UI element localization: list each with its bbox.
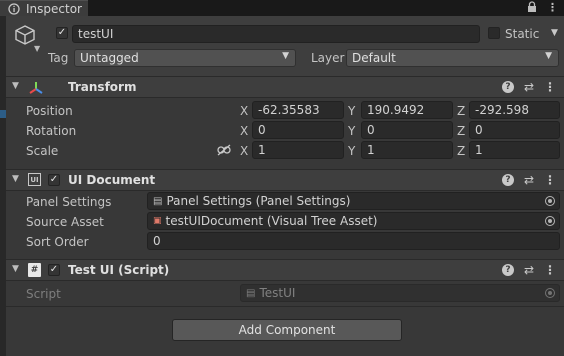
info-icon xyxy=(8,2,20,15)
tab-inspector[interactable]: Inspector xyxy=(0,0,88,16)
position-z-field[interactable]: -292.598 xyxy=(469,101,560,119)
scale-x-field[interactable]: 1 xyxy=(252,141,344,159)
sort-order-value: 0 xyxy=(153,234,161,248)
static-dropdown-arrow-icon[interactable]: ▼ xyxy=(551,28,558,38)
script-field: ▤ TestUI xyxy=(240,284,560,302)
window-tab-bar: Inspector ⋮ xyxy=(0,0,564,16)
static-label: Static xyxy=(505,27,540,41)
rotation-x-label[interactable]: X xyxy=(240,124,248,138)
source-asset-field[interactable]: ▣ testUIDocument (Visual Tree Asset) xyxy=(147,212,560,230)
scale-x-value: 1 xyxy=(258,143,266,157)
position-y-label[interactable]: Y xyxy=(348,104,355,118)
constrain-proportions-icon[interactable] xyxy=(217,144,231,156)
ui-document-title: UI Document xyxy=(68,173,156,187)
add-component-label: Add Component xyxy=(238,323,336,337)
help-icon[interactable]: ? xyxy=(501,174,514,186)
rotation-z-value: 0 xyxy=(475,123,483,137)
position-x-field[interactable]: -62.35583 xyxy=(252,101,344,119)
component-menu-icon[interactable]: ⋮ xyxy=(544,80,556,94)
source-asset-label: Source Asset xyxy=(26,215,104,229)
transform-header[interactable]: ▼ Transform ? ⇄ ⋮ xyxy=(6,76,564,98)
rotation-y-value: 0 xyxy=(367,123,375,137)
layer-dropdown-arrow-icon: ▼ xyxy=(545,51,552,61)
tag-value: Untagged xyxy=(80,51,139,65)
position-z-value: -292.598 xyxy=(475,103,529,117)
scale-x-label[interactable]: X xyxy=(240,144,248,158)
name-value: testUI xyxy=(78,27,114,41)
component-menu-icon[interactable]: ⋮ xyxy=(544,173,556,187)
script-asset-icon: ▤ xyxy=(246,287,256,299)
lock-icon[interactable] xyxy=(527,1,537,16)
presets-icon[interactable]: ⇄ xyxy=(524,263,534,277)
rotation-x-field[interactable]: 0 xyxy=(252,121,344,139)
position-y-field[interactable]: 190.9492 xyxy=(361,101,453,119)
active-checkbox[interactable]: ✓ xyxy=(56,27,68,39)
scale-label: Scale xyxy=(26,144,59,158)
rotation-y-label[interactable]: Y xyxy=(348,124,355,138)
panel-settings-value: Panel Settings (Panel Settings) xyxy=(166,194,351,208)
gameobject-header: ▼ ✓ testUI Static ▼ Tag Untagged ▼ Layer… xyxy=(6,16,564,77)
sort-order-field[interactable]: 0 xyxy=(147,232,560,250)
presets-icon[interactable]: ⇄ xyxy=(524,80,534,94)
transform-title: Transform xyxy=(68,80,137,94)
help-icon[interactable]: ? xyxy=(501,264,514,276)
object-picker-icon xyxy=(545,288,555,298)
tag-dropdown-arrow-icon: ▼ xyxy=(282,51,289,61)
position-label: Position xyxy=(26,104,73,118)
object-picker-icon[interactable] xyxy=(545,196,555,206)
icon-dropdown-arrow-icon[interactable]: ▼ xyxy=(34,44,40,53)
layer-label: Layer xyxy=(311,51,345,65)
position-y-value: 190.9492 xyxy=(367,103,425,117)
position-z-label[interactable]: Z xyxy=(457,104,465,118)
rotation-z-field[interactable]: 0 xyxy=(469,121,560,139)
scale-y-field[interactable]: 1 xyxy=(361,141,453,159)
csharp-script-icon: # xyxy=(28,263,41,277)
component-menu-icon[interactable]: ⋮ xyxy=(544,263,556,277)
kebab-menu-icon[interactable]: ⋮ xyxy=(547,1,558,16)
rotation-y-field[interactable]: 0 xyxy=(361,121,453,139)
object-picker-icon[interactable] xyxy=(545,216,555,226)
tag-label: Tag xyxy=(48,51,69,65)
ui-document-icon: UI xyxy=(28,173,41,186)
name-field[interactable]: testUI xyxy=(72,25,480,43)
script-value: TestUI xyxy=(259,286,296,300)
scale-z-value: 1 xyxy=(475,143,483,157)
sort-order-label: Sort Order xyxy=(26,235,89,249)
transform-foldout-arrow-icon[interactable]: ▼ xyxy=(12,81,19,91)
transform-icon xyxy=(29,82,43,94)
scale-y-label[interactable]: Y xyxy=(348,144,355,158)
help-icon[interactable]: ? xyxy=(501,81,514,93)
visual-tree-asset-icon: ▣ xyxy=(153,216,162,226)
static-checkbox[interactable] xyxy=(488,27,500,39)
scale-y-value: 1 xyxy=(367,143,375,157)
panel-settings-field[interactable]: ▤ Panel Settings (Panel Settings) xyxy=(147,192,560,210)
scale-z-field[interactable]: 1 xyxy=(469,141,560,159)
components-divider xyxy=(6,306,564,307)
presets-icon[interactable]: ⇄ xyxy=(524,173,534,187)
script-label: Script xyxy=(26,287,61,301)
inspector-panel: ▼ ✓ testUI Static ▼ Tag Untagged ▼ Layer… xyxy=(6,16,564,356)
script-component-header[interactable]: ▼ # ✓ Test UI (Script) ? ⇄ ⋮ xyxy=(6,259,564,281)
panel-settings-label: Panel Settings xyxy=(26,195,112,209)
add-component-button[interactable]: Add Component xyxy=(172,319,402,341)
panel-settings-asset-icon: ▤ xyxy=(153,195,163,207)
rotation-x-value: 0 xyxy=(258,123,266,137)
scale-z-label[interactable]: Z xyxy=(457,144,465,158)
layer-value: Default xyxy=(352,51,396,65)
rotation-z-label[interactable]: Z xyxy=(457,124,465,138)
script-foldout-arrow-icon[interactable]: ▼ xyxy=(12,264,19,274)
position-x-label[interactable]: X xyxy=(240,104,248,118)
position-x-value: -62.35583 xyxy=(258,103,320,117)
gameobject-cube-icon[interactable] xyxy=(14,24,36,46)
ui-document-header[interactable]: ▼ UI ✓ UI Document ? ⇄ ⋮ xyxy=(6,169,564,191)
tag-dropdown[interactable]: Untagged ▼ xyxy=(74,49,296,67)
ui-document-foldout-arrow-icon[interactable]: ▼ xyxy=(12,174,19,184)
ui-document-enabled-checkbox[interactable]: ✓ xyxy=(48,174,60,186)
script-component-title: Test UI (Script) xyxy=(68,263,170,277)
tab-title: Inspector xyxy=(26,1,82,16)
script-enabled-checkbox[interactable]: ✓ xyxy=(48,264,60,276)
source-asset-value: testUIDocument (Visual Tree Asset) xyxy=(165,214,378,228)
layer-dropdown[interactable]: Default ▼ xyxy=(346,49,559,67)
rotation-label: Rotation xyxy=(26,124,77,138)
